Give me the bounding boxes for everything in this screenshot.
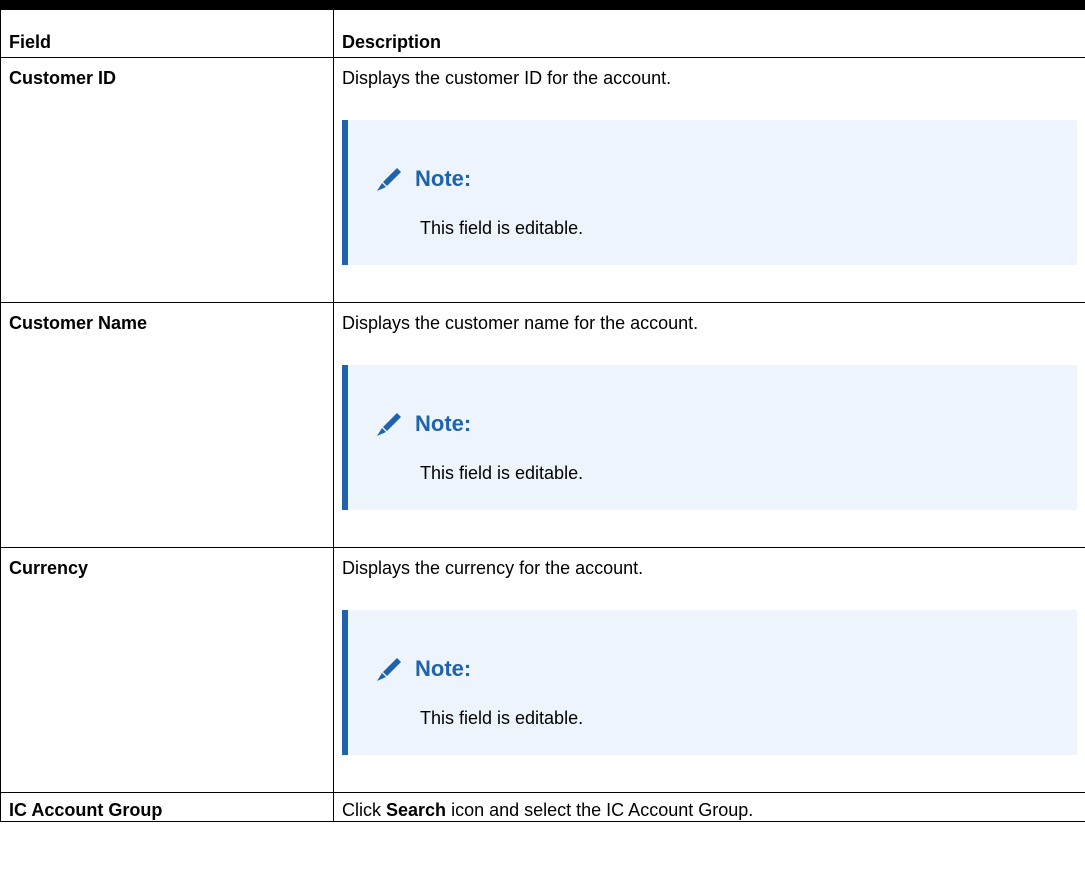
field-description: Displays the currency for the account.: [342, 557, 644, 578]
field-description: Displays the customer name for the accou…: [342, 312, 699, 333]
header-description: Description: [333, 0, 1085, 58]
field-description-cell: Displays the currency for the account. N…: [333, 546, 1085, 793]
field-description-cell: Displays the customer ID for the account…: [333, 56, 1085, 303]
table-row: IC Account Group Click Search icon and s…: [0, 791, 1085, 822]
table-row: Currency Displays the currency for the a…: [0, 546, 1085, 793]
note-box: Note: This field is editable.: [342, 609, 1077, 755]
field-name: Customer ID: [0, 56, 334, 303]
note-heading: Note:: [374, 654, 471, 684]
note-title: Note:: [415, 410, 472, 436]
pencil-icon: [374, 654, 404, 684]
search-term: Search: [386, 799, 447, 820]
field-name: IC Account Group: [0, 791, 334, 822]
pencil-icon: [374, 409, 404, 439]
pencil-icon: [374, 164, 404, 194]
description-prefix: Click: [342, 799, 381, 820]
note-text: This field is editable.: [420, 462, 584, 483]
note-title: Note:: [415, 655, 472, 681]
description-suffix: icon and select the IC Account Group.: [451, 799, 754, 820]
field-description: Displays the customer ID for the account…: [342, 67, 672, 88]
note-title: Note:: [415, 165, 472, 191]
table-row: Customer ID Displays the customer ID for…: [0, 56, 1085, 303]
note-heading: Note:: [374, 164, 471, 194]
table-row: Customer Name Displays the customer name…: [0, 301, 1085, 548]
field-name: Currency: [0, 546, 334, 793]
note-heading: Note:: [374, 409, 471, 439]
table-header-row: Field Description: [0, 0, 1085, 58]
header-field: Field: [0, 0, 334, 58]
field-description-cell: Displays the customer name for the accou…: [333, 301, 1085, 548]
field-description-table: Field Description Customer ID Displays t…: [0, 0, 1085, 822]
note-box: Note: This field is editable.: [342, 119, 1077, 265]
note-box: Note: This field is editable.: [342, 364, 1077, 510]
note-text: This field is editable.: [420, 217, 584, 238]
note-text: This field is editable.: [420, 707, 584, 728]
field-name: Customer Name: [0, 301, 334, 548]
field-description: Click Search icon and select the IC Acco…: [333, 791, 1085, 822]
